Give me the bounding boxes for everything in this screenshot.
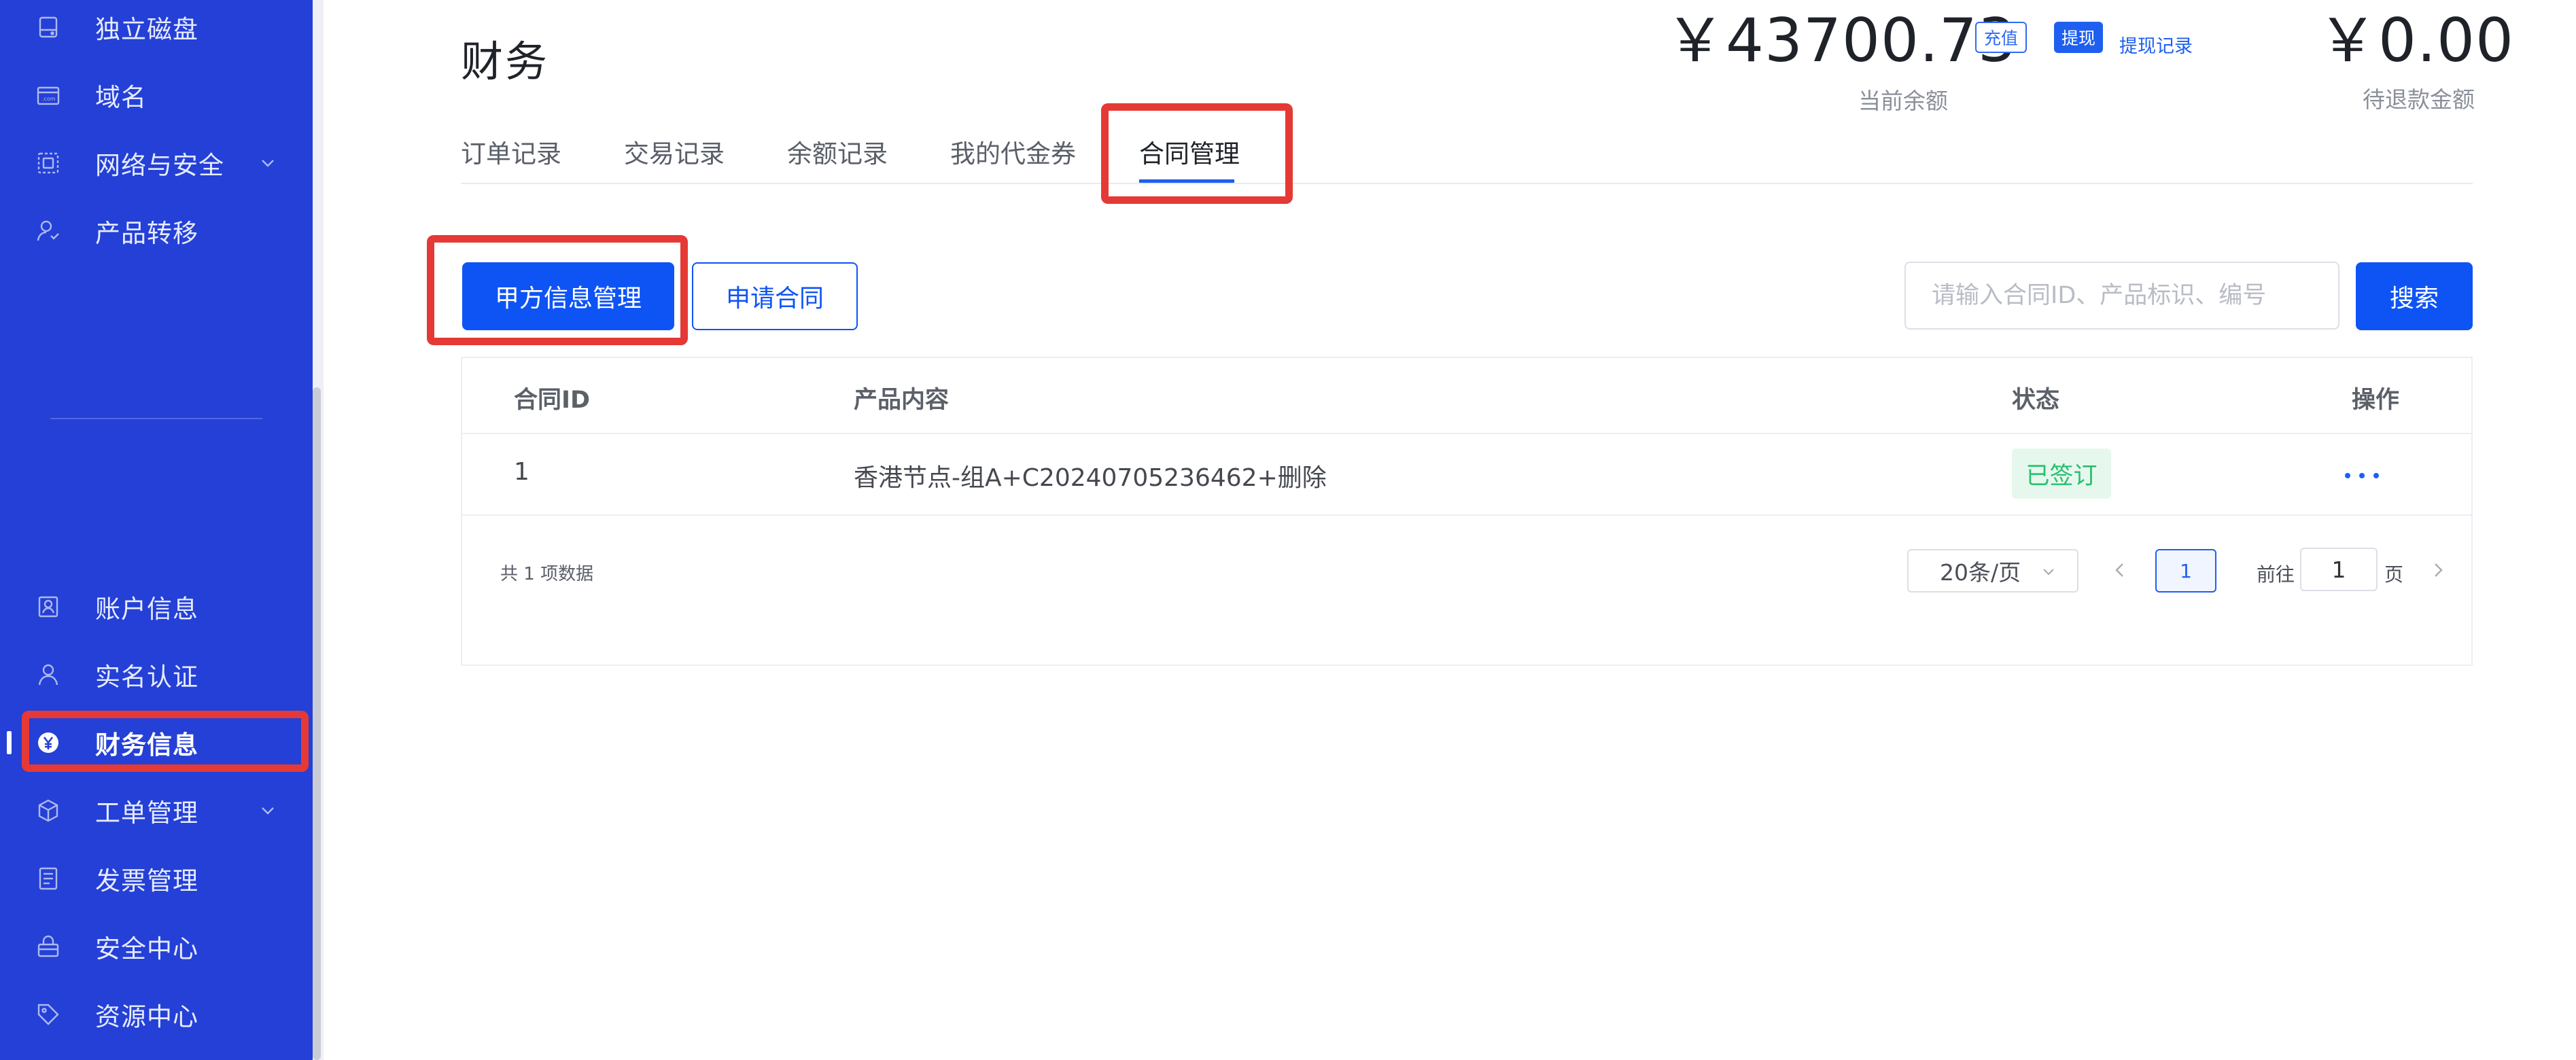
sidebar-item-label: 账户信息: [95, 595, 198, 624]
withdraw-record-link[interactable]: 提现记录: [2119, 31, 2193, 58]
apply-contract-button[interactable]: 申请合同: [692, 262, 858, 330]
more-actions-icon[interactable]: [2345, 462, 2379, 489]
sidebar-divider: [50, 418, 262, 419]
tab-vouchers[interactable]: 我的代金券: [950, 133, 1076, 170]
sidebar-item-network[interactable]: 网络与安全: [0, 129, 313, 197]
page-number-current[interactable]: 1: [2155, 549, 2216, 593]
party-a-info-button[interactable]: 甲方信息管理: [462, 262, 674, 330]
goto-prefix: 前往: [2257, 563, 2295, 586]
cell-contract-id: 1: [514, 458, 529, 486]
status-badge: 已签订: [2012, 448, 2111, 499]
cell-product-content: 香港节点-组A+C20240705236462+删除: [854, 464, 1327, 492]
network-icon: [33, 147, 64, 179]
page-size-select[interactable]: 20条/页: [1907, 549, 2078, 593]
sidebar-item-account[interactable]: 账户信息: [0, 573, 313, 641]
column-header-status: 状态: [2012, 387, 2060, 414]
goto-page-input[interactable]: [2300, 548, 2378, 591]
header-divider: [462, 433, 2471, 434]
svg-text:.com: .com: [42, 96, 56, 102]
column-header-id: 合同ID: [514, 387, 591, 414]
tabs-divider: [461, 183, 2473, 184]
sidebar-scrollbar[interactable]: [313, 387, 321, 1060]
tab-balance[interactable]: 余额记录: [787, 133, 888, 170]
sidebar-item-resources[interactable]: 资源中心: [0, 980, 313, 1048]
sidebar-item-label: 实名认证: [95, 662, 198, 692]
disk-icon: [33, 12, 64, 43]
sidebar-item-label: 财务信息: [95, 730, 198, 760]
goto-suffix: 页: [2384, 563, 2404, 586]
ticket-icon: [33, 795, 64, 826]
tab-orders[interactable]: 订单记录: [461, 133, 561, 170]
lock-icon: [33, 931, 64, 962]
page-title: 财务: [461, 37, 550, 86]
sidebar-item-label: 网络与安全: [95, 151, 224, 180]
sidebar-item-label: 工单管理: [95, 798, 198, 828]
row-divider: [462, 514, 2471, 516]
sidebar-item-label: 独立磁盘: [95, 15, 198, 44]
sidebar-item-label: 资源中心: [95, 1002, 198, 1031]
tab-contracts[interactable]: 合同管理: [1139, 133, 1240, 170]
transfer-icon: [33, 215, 64, 247]
tab-transactions[interactable]: 交易记录: [624, 133, 725, 170]
sidebar-item-disk[interactable]: 独立磁盘: [0, 0, 313, 61]
sidebar-item-verification[interactable]: 实名认证: [0, 641, 313, 709]
sidebar-item-tickets[interactable]: 工单管理: [0, 777, 313, 845]
tag-icon: [33, 999, 64, 1030]
column-header-content: 产品内容: [854, 387, 950, 414]
current-balance-amount: ￥43700.73: [1665, 5, 2017, 75]
yuan-icon: [33, 727, 64, 758]
next-page-icon[interactable]: [2426, 559, 2450, 582]
search-input[interactable]: [1904, 262, 2339, 330]
account-icon: [33, 591, 64, 622]
sidebar-item-security[interactable]: 安全中心: [0, 913, 313, 980]
chevron-down-icon[interactable]: [257, 800, 279, 822]
sidebar-item-label: 产品转移: [95, 219, 198, 248]
chevron-down-icon: [2043, 569, 2054, 576]
sidebar-item-domain[interactable]: .com 域名: [0, 61, 313, 129]
recharge-button[interactable]: 充值: [1975, 22, 2027, 53]
total-count: 共 1 项数据: [500, 564, 594, 584]
withdraw-button[interactable]: 提现: [2054, 22, 2103, 53]
sidebar: 独立磁盘 .com 域名 网络与安全 产品转移 账户信息 实名认证 财务信息 工…: [0, 0, 313, 1060]
sidebar-item-label: 域名: [95, 83, 147, 112]
search-button[interactable]: 搜索: [2356, 262, 2473, 330]
active-indicator: [7, 731, 12, 754]
sidebar-item-label: 安全中心: [95, 934, 198, 964]
page-size-value: 20条/页: [1940, 559, 2021, 586]
sidebar-item-label: 发票管理: [95, 866, 198, 896]
invoice-icon: [33, 863, 64, 894]
domain-icon: .com: [33, 80, 64, 111]
refund-amount: ￥0.00: [2318, 5, 2514, 75]
current-balance-caption: 当前余额: [1858, 88, 1948, 114]
contracts-table: [461, 357, 2473, 666]
prev-page-icon[interactable]: [2108, 559, 2131, 582]
user-icon: [33, 659, 64, 690]
sidebar-item-finance[interactable]: 财务信息: [0, 709, 313, 777]
sidebar-item-transfer[interactable]: 产品转移: [0, 197, 313, 265]
column-header-actions: 操作: [2352, 387, 2400, 414]
chevron-down-icon[interactable]: [257, 152, 279, 174]
refund-caption: 待退款金额: [2363, 86, 2475, 113]
sidebar-item-invoice[interactable]: 发票管理: [0, 845, 313, 913]
